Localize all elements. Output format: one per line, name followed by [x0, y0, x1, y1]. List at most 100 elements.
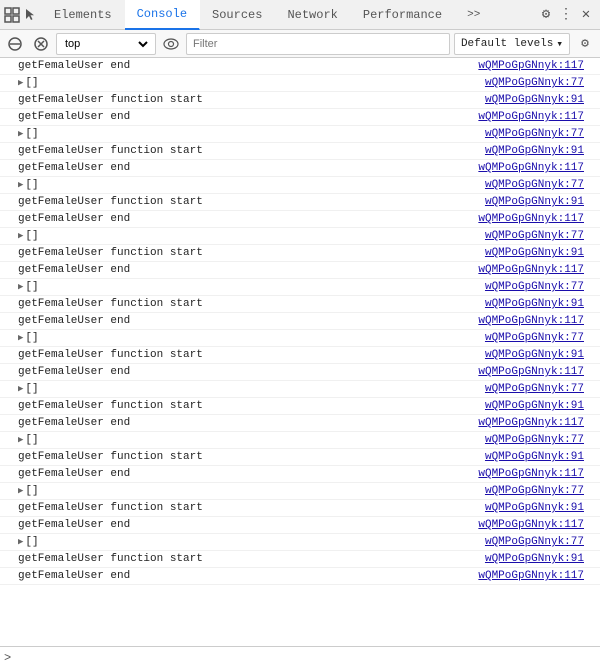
row-text: ▶[] [16, 536, 485, 548]
row-text: ▶[] [16, 383, 485, 395]
row-text: ▶[] [16, 485, 485, 497]
expand-arrow-icon[interactable]: ▶ [18, 333, 23, 343]
row-text: getFemaleUser end [16, 213, 478, 225]
console-row: getFemaleUser function startwQMPoGpGNnyk… [0, 449, 600, 466]
expand-arrow-icon[interactable]: ▶ [18, 435, 23, 445]
console-row: getFemaleUser endwQMPoGpGNnyk:117 [0, 262, 600, 279]
console-row: ▶[]wQMPoGpGNnyk:77 [0, 381, 600, 398]
console-row: ▶[]wQMPoGpGNnyk:77 [0, 534, 600, 551]
tab-console[interactable]: Console [125, 0, 200, 30]
console-row: ▶[]wQMPoGpGNnyk:77 [0, 228, 600, 245]
console-row: getFemaleUser function startwQMPoGpGNnyk… [0, 143, 600, 160]
console-row: getFemaleUser endwQMPoGpGNnyk:117 [0, 313, 600, 330]
expand-arrow-icon[interactable]: ▶ [18, 180, 23, 190]
expand-arrow-icon[interactable]: ▶ [18, 231, 23, 241]
tab-sources[interactable]: Sources [200, 0, 275, 30]
context-select-input[interactable]: top [61, 37, 151, 51]
stop-icon[interactable] [4, 33, 26, 55]
expand-arrow-icon[interactable]: ▶ [18, 537, 23, 547]
expand-arrow-icon[interactable]: ▶ [18, 486, 23, 496]
console-row: getFemaleUser endwQMPoGpGNnyk:117 [0, 466, 600, 483]
row-source-link[interactable]: wQMPoGpGNnyk:77 [485, 434, 600, 446]
expand-arrow-icon[interactable]: ▶ [18, 384, 23, 394]
expand-arrow-icon[interactable]: ▶ [18, 78, 23, 88]
console-row: ▶[]wQMPoGpGNnyk:77 [0, 75, 600, 92]
console-output[interactable]: getFemaleUser endwQMPoGpGNnyk:117▶[]wQMP… [0, 58, 600, 646]
row-source-link[interactable]: wQMPoGpGNnyk:77 [485, 485, 600, 497]
row-source-link[interactable]: wQMPoGpGNnyk:91 [485, 145, 600, 157]
row-source-link[interactable]: wQMPoGpGNnyk:117 [478, 315, 600, 327]
row-text: ▶[] [16, 77, 485, 89]
row-source-link[interactable]: wQMPoGpGNnyk:117 [478, 111, 600, 123]
close-icon[interactable]: ✕ [578, 7, 594, 23]
row-source-link[interactable]: wQMPoGpGNnyk:77 [485, 536, 600, 548]
console-row: getFemaleUser function startwQMPoGpGNnyk… [0, 347, 600, 364]
console-row: getFemaleUser endwQMPoGpGNnyk:117 [0, 211, 600, 228]
row-source-link[interactable]: wQMPoGpGNnyk:91 [485, 94, 600, 106]
row-source-link[interactable]: wQMPoGpGNnyk:91 [485, 553, 600, 565]
tab-performance[interactable]: Performance [351, 0, 455, 30]
row-source-link[interactable]: wQMPoGpGNnyk:77 [485, 179, 600, 191]
console-row: getFemaleUser endwQMPoGpGNnyk:117 [0, 568, 600, 585]
console-input-field[interactable] [15, 652, 596, 664]
row-text: getFemaleUser function start [16, 94, 485, 106]
more-tabs-button[interactable]: >> [455, 0, 493, 30]
console-row: getFemaleUser endwQMPoGpGNnyk:117 [0, 58, 600, 75]
more-options-icon[interactable]: ⋮ [558, 7, 574, 23]
clear-console-icon[interactable] [30, 33, 52, 55]
levels-caret-icon: ▾ [556, 37, 563, 51]
row-source-link[interactable]: wQMPoGpGNnyk:77 [485, 128, 600, 140]
row-text: getFemaleUser function start [16, 451, 485, 463]
row-source-link[interactable]: wQMPoGpGNnyk:91 [485, 298, 600, 310]
row-source-link[interactable]: wQMPoGpGNnyk:91 [485, 349, 600, 361]
console-row: getFemaleUser endwQMPoGpGNnyk:117 [0, 517, 600, 534]
row-source-link[interactable]: wQMPoGpGNnyk:77 [485, 77, 600, 89]
row-source-link[interactable]: wQMPoGpGNnyk:117 [478, 519, 600, 531]
levels-dropdown[interactable]: Default levels ▾ [454, 33, 570, 55]
context-selector[interactable]: top [56, 33, 156, 55]
tab-network[interactable]: Network [275, 0, 350, 30]
tab-elements[interactable]: Elements [42, 0, 125, 30]
filter-input[interactable] [186, 33, 450, 55]
row-source-link[interactable]: wQMPoGpGNnyk:117 [478, 570, 600, 582]
row-text: getFemaleUser function start [16, 349, 485, 361]
console-row: ▶[]wQMPoGpGNnyk:77 [0, 432, 600, 449]
tab-bar: ElementsConsoleSourcesNetworkPerformance… [0, 0, 600, 30]
console-row: getFemaleUser function startwQMPoGpGNnyk… [0, 92, 600, 109]
expand-arrow-icon[interactable]: ▶ [18, 129, 23, 139]
row-source-link[interactable]: wQMPoGpGNnyk:77 [485, 281, 600, 293]
row-source-link[interactable]: wQMPoGpGNnyk:117 [478, 213, 600, 225]
cursor-icon[interactable] [22, 7, 38, 23]
row-source-link[interactable]: wQMPoGpGNnyk:91 [485, 451, 600, 463]
row-source-link[interactable]: wQMPoGpGNnyk:117 [478, 468, 600, 480]
inspect-icon[interactable] [4, 7, 20, 23]
row-text: ▶[] [16, 179, 485, 191]
console-row: ▶[]wQMPoGpGNnyk:77 [0, 126, 600, 143]
console-settings-icon[interactable]: ⚙ [574, 33, 596, 55]
row-source-link[interactable]: wQMPoGpGNnyk:91 [485, 502, 600, 514]
row-text: getFemaleUser function start [16, 196, 485, 208]
row-source-link[interactable]: wQMPoGpGNnyk:77 [485, 332, 600, 344]
row-source-link[interactable]: wQMPoGpGNnyk:117 [478, 162, 600, 174]
row-source-link[interactable]: wQMPoGpGNnyk:117 [478, 264, 600, 276]
row-source-link[interactable]: wQMPoGpGNnyk:77 [485, 383, 600, 395]
row-text: getFemaleUser end [16, 417, 478, 429]
row-source-link[interactable]: wQMPoGpGNnyk:117 [478, 366, 600, 378]
row-source-link[interactable]: wQMPoGpGNnyk:91 [485, 247, 600, 259]
row-text: ▶[] [16, 230, 485, 242]
eye-icon[interactable] [160, 33, 182, 55]
row-source-link[interactable]: wQMPoGpGNnyk:91 [485, 400, 600, 412]
row-source-link[interactable]: wQMPoGpGNnyk:91 [485, 196, 600, 208]
console-row: getFemaleUser function startwQMPoGpGNnyk… [0, 551, 600, 568]
row-text: getFemaleUser function start [16, 553, 485, 565]
row-source-link[interactable]: wQMPoGpGNnyk:117 [478, 60, 600, 72]
console-row: getFemaleUser endwQMPoGpGNnyk:117 [0, 160, 600, 177]
expand-arrow-icon[interactable]: ▶ [18, 282, 23, 292]
row-text: getFemaleUser end [16, 366, 478, 378]
row-text: getFemaleUser end [16, 315, 478, 327]
row-source-link[interactable]: wQMPoGpGNnyk:117 [478, 417, 600, 429]
row-text: getFemaleUser end [16, 60, 478, 72]
row-source-link[interactable]: wQMPoGpGNnyk:77 [485, 230, 600, 242]
settings-icon[interactable]: ⚙ [538, 7, 554, 23]
levels-label: Default levels [461, 38, 553, 50]
